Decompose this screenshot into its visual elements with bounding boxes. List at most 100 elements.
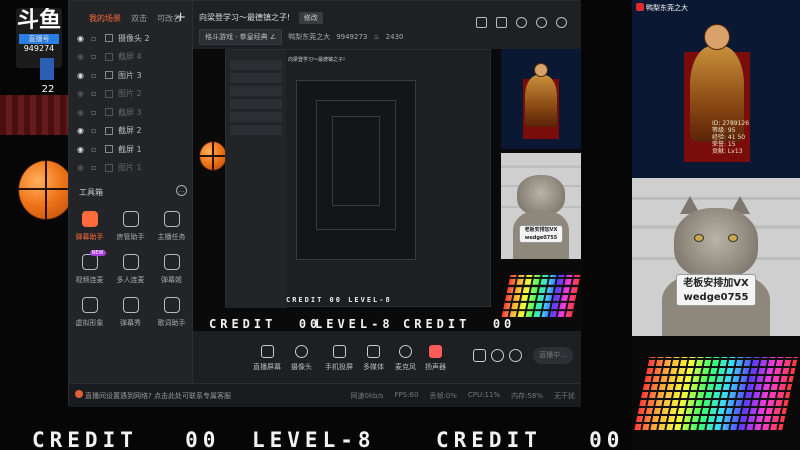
eye-icon[interactable]: ◉ xyxy=(77,89,87,98)
support-tip[interactable]: 直播间设置遇到网络? 点击此处可联系专属客服 xyxy=(85,391,231,401)
tool-multi-link[interactable]: 多人连麦 xyxy=(110,254,151,285)
watermark-bar xyxy=(40,58,54,80)
phone-cast-button[interactable]: 手机投屏 xyxy=(325,345,353,372)
eye-icon[interactable]: ◉ xyxy=(77,108,87,117)
save-icon[interactable] xyxy=(476,17,487,28)
tab-double-click[interactable]: 双击 xyxy=(131,13,147,27)
watermark-sub: 直播号 xyxy=(19,34,59,44)
stat-fps: FPS:60 xyxy=(394,391,419,399)
watermark-count: 22 xyxy=(41,84,55,95)
tv-icon xyxy=(122,297,139,313)
room-title: 向梁登学习～最德镇之子! xyxy=(199,13,291,22)
eye-icon[interactable]: ◉ xyxy=(77,145,87,154)
lock-icon[interactable]: ▫ xyxy=(91,145,101,154)
lock-icon[interactable]: ▫ xyxy=(91,52,101,61)
credit-label: CREDIT xyxy=(32,428,138,450)
control-label: 手机投屏 xyxy=(325,363,353,371)
tool-label: 歌词助手 xyxy=(157,319,186,327)
share-icon[interactable] xyxy=(556,17,567,28)
go-live-button[interactable]: 直播中... xyxy=(533,347,573,364)
stat-line: 荣誉: 15 xyxy=(712,141,736,148)
cat-head xyxy=(517,175,565,215)
scene-item[interactable]: ◉ ▫ 截屏 4 xyxy=(69,48,193,67)
arcade-level: LEVEL-8 xyxy=(252,428,376,450)
eye-icon[interactable]: ◉ xyxy=(77,52,87,61)
nested-credit: CREDIT 00 LEVEL-8 xyxy=(286,296,392,304)
tool-label: 多人连麦 xyxy=(116,276,145,284)
edit-title-button[interactable]: 修改 xyxy=(298,12,323,24)
microphone-icon xyxy=(399,345,412,358)
video-toggle[interactable] xyxy=(473,349,486,366)
credit-value: 00 xyxy=(589,428,625,450)
screen-icon xyxy=(105,145,113,154)
knight-armor xyxy=(525,75,557,127)
tool-label: 弹幕姬 xyxy=(161,276,182,284)
add-scene-button[interactable]: + xyxy=(175,10,186,25)
tool-danmaku-assistant[interactable]: 弹幕助手 xyxy=(69,211,110,242)
video-link-icon: NEW xyxy=(81,250,106,270)
scene-item[interactable]: ◉ ▫ 图片 2 xyxy=(69,85,193,104)
microphone-button[interactable]: 麦克风 xyxy=(395,345,416,372)
screen-icon xyxy=(105,108,113,117)
stat-mem: 内存:58% xyxy=(511,392,543,400)
lock-icon[interactable] xyxy=(496,17,507,28)
nested-row xyxy=(230,60,282,70)
tool-avatar[interactable]: 虚拟形象 xyxy=(69,297,110,328)
settings-toggle[interactable] xyxy=(509,349,522,366)
record-icon[interactable] xyxy=(516,17,527,28)
scene-item[interactable]: ◉ ▫ 图片 1 xyxy=(69,159,193,178)
credit-label: CREDIT xyxy=(209,317,277,331)
scene-item[interactable]: ◉ ▫ 图片 3 xyxy=(69,66,193,85)
cat-eye-left xyxy=(694,234,704,242)
lock-icon[interactable]: ▫ xyxy=(91,163,101,172)
lock-icon[interactable]: ▫ xyxy=(91,71,101,80)
bell-icon[interactable] xyxy=(536,17,547,28)
tool-streamer-tasks[interactable]: 主播任务 xyxy=(151,211,192,242)
scene-item[interactable]: ◉ ▫ 截屏 1 xyxy=(69,140,193,159)
tool-lyrics[interactable]: 歌词助手 xyxy=(151,297,192,328)
speaker-button[interactable]: 扬声器 xyxy=(425,345,446,372)
scene-label: 截屏 2 xyxy=(118,126,142,136)
lock-icon[interactable]: ▫ xyxy=(91,89,101,98)
scene-label: 图片 1 xyxy=(118,163,142,173)
game-brick-strip xyxy=(0,95,70,135)
danmaku-girl-icon xyxy=(163,254,180,270)
scene-label: 摄像头 2 xyxy=(118,33,150,43)
play-icon xyxy=(367,345,380,358)
lock-icon[interactable]: ▫ xyxy=(91,34,101,43)
eye-icon[interactable]: ◉ xyxy=(77,71,87,80)
lock-icon[interactable]: ▫ xyxy=(91,108,101,117)
room-id: 9949273 xyxy=(336,33,368,41)
room-title-row: 向梁登学习～最德镇之子! 修改 xyxy=(199,12,323,24)
scene-label: 截屏 3 xyxy=(118,107,142,117)
tool-label: 虚拟形象 xyxy=(75,319,104,327)
cat-eye-right xyxy=(728,234,738,242)
level-label: LEVEL-8 xyxy=(348,296,392,304)
category-selector[interactable]: 格斗游戏 · 拳皇经典 ∠ xyxy=(199,29,283,45)
douyu-watermark: 斗鱼 直播号 949274 xyxy=(16,8,62,68)
lock-icon[interactable]: ▫ xyxy=(91,126,101,135)
timer-toggle[interactable] xyxy=(491,349,504,366)
stat-line: ID: 2789126 xyxy=(712,120,750,127)
multimedia-button[interactable]: 多媒体 xyxy=(363,345,384,372)
more-icon[interactable]: ... xyxy=(176,185,187,196)
tool-video-link[interactable]: NEW 视频连麦 xyxy=(69,250,110,285)
arcade-credit-left: CREDIT 00 xyxy=(32,428,220,450)
scene-item[interactable]: ◉ ▫ 截屏 3 xyxy=(69,103,193,122)
eye-icon[interactable]: ◉ xyxy=(77,163,87,172)
cat-sign: 老板安排加VX wedge0755 xyxy=(519,225,563,243)
screen-capture-button[interactable]: 直播屏幕 xyxy=(253,345,281,372)
camera-button[interactable]: 摄像头 xyxy=(291,345,312,372)
tool-label: 弹幕助手 xyxy=(75,233,104,241)
control-label: 多媒体 xyxy=(363,363,384,371)
eye-icon[interactable]: ◉ xyxy=(77,126,87,135)
tab-my-scenes[interactable]: 我的场景 xyxy=(89,13,121,27)
eye-icon[interactable]: ◉ xyxy=(77,34,87,43)
scene-item[interactable]: ◉ ▫ 摄像头 2 xyxy=(69,29,193,48)
speaker-icon xyxy=(429,345,442,358)
scene-item[interactable]: ◉ ▫ 截屏 2 xyxy=(69,122,193,141)
tool-danmaku-girl[interactable]: 弹幕姬 xyxy=(151,254,192,285)
tool-room-manager[interactable]: 房管助手 xyxy=(110,211,151,242)
manager-icon xyxy=(122,211,139,227)
tool-danmaku-show[interactable]: 弹幕秀 xyxy=(110,297,151,328)
